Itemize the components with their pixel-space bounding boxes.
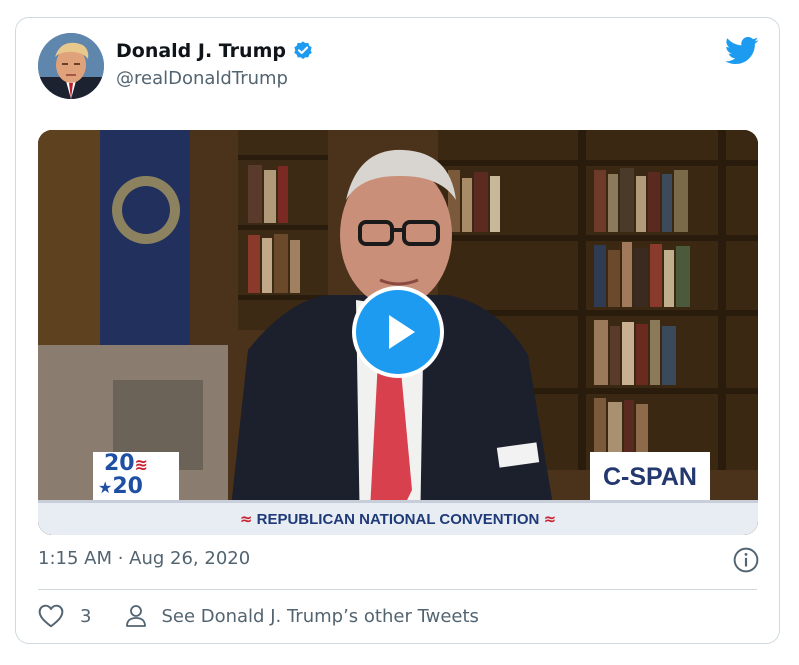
logo-2020-bottom: 20	[112, 474, 143, 499]
divider	[38, 589, 757, 590]
avatar-image	[38, 33, 104, 99]
twitter-bird-icon[interactable]	[725, 36, 759, 66]
person-icon	[126, 605, 147, 627]
flag-stripes-icon: ≈	[543, 510, 557, 528]
other-tweets-link[interactable]: See Donald J. Trump’s other Tweets	[125, 604, 479, 628]
like-count: 3	[80, 605, 92, 627]
author-handle[interactable]: @realDonaldTrump	[116, 68, 288, 89]
tweet-actions: 3 See Donald J. Trump’s other Tweets	[38, 604, 479, 628]
heart-icon	[38, 604, 64, 628]
lower-third-text: REPUBLICAN NATIONAL CONVENTION	[256, 511, 540, 528]
play-icon	[389, 315, 415, 349]
other-tweets-label: See Donald J. Trump’s other Tweets	[161, 605, 479, 627]
tweet-card[interactable]: Donald J. Trump @realDonaldTrump 20≋ ★20…	[15, 17, 780, 644]
lower-third-banner: ≈ REPUBLICAN NATIONAL CONVENTION ≈	[38, 503, 758, 535]
cspan-logo: C-SPAN	[603, 463, 697, 491]
info-icon[interactable]	[733, 547, 759, 573]
video-player[interactable]: 20≋ ★20 C-SPAN ≈ REPUBLICAN NATIONAL CON…	[38, 130, 758, 535]
author-row[interactable]: Donald J. Trump	[116, 40, 314, 62]
verified-badge-icon	[294, 41, 312, 59]
logo-2020-top: 20	[104, 451, 135, 476]
like-button[interactable]: 3	[38, 604, 125, 628]
avatar[interactable]	[38, 33, 104, 99]
rnc-2020-logo: 20≋ ★20	[98, 451, 149, 499]
flag-stripes-icon: ≈	[239, 510, 253, 528]
tweet-timestamp[interactable]: 1:15 AM · Aug 26, 2020	[38, 548, 250, 569]
author-name[interactable]: Donald J. Trump	[116, 40, 286, 62]
play-button[interactable]	[352, 286, 444, 378]
